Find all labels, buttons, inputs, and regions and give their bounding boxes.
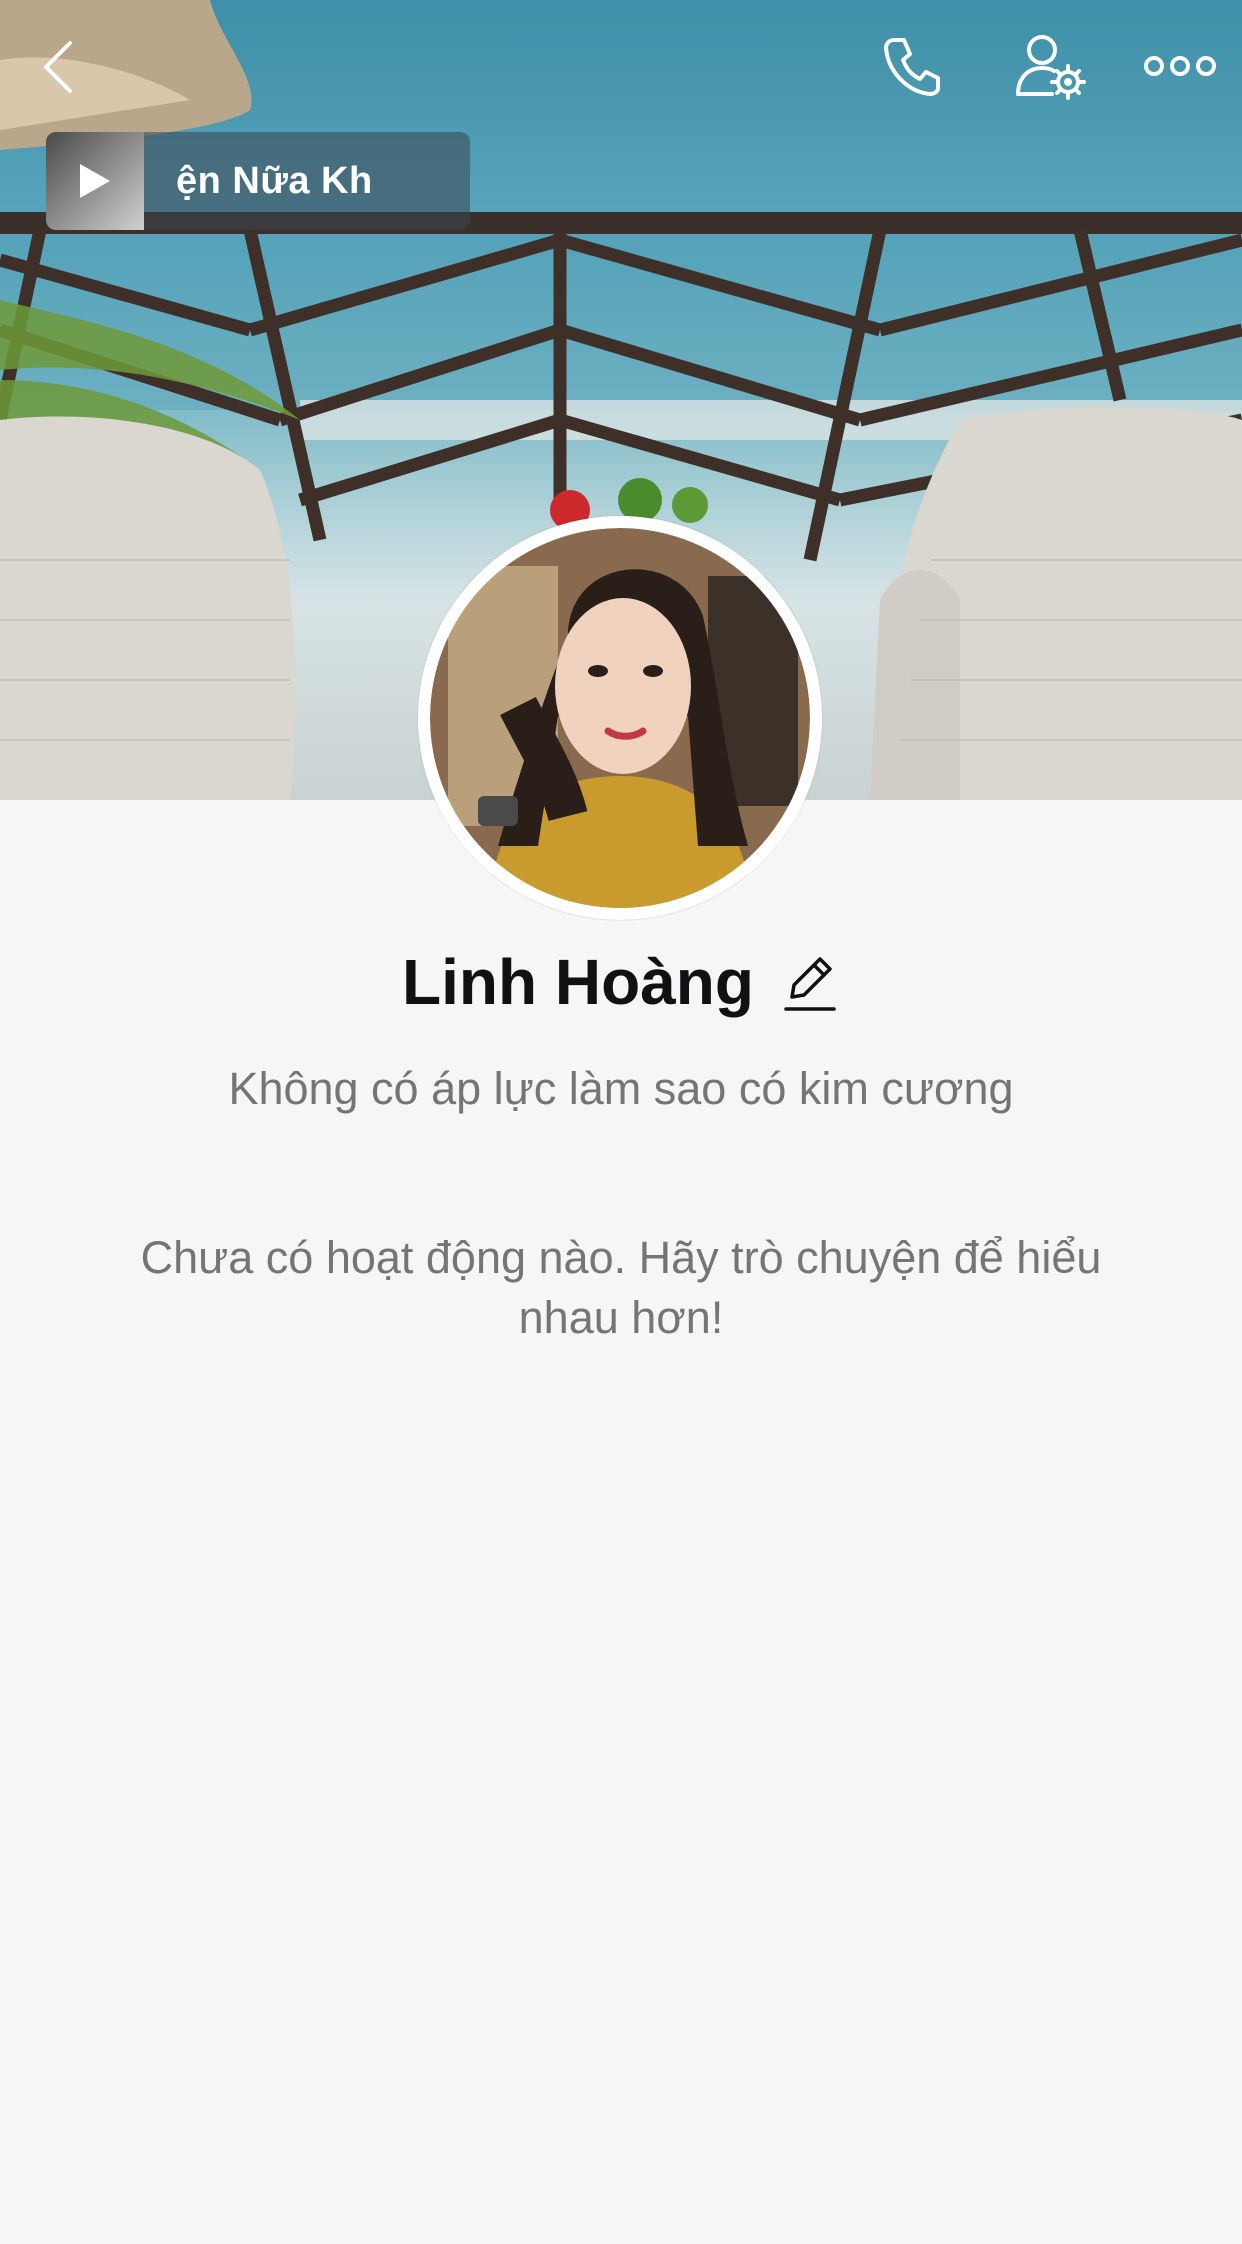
avatar-image — [418, 516, 822, 920]
profile-music-player[interactable]: ện Nữa Kh — [46, 132, 470, 230]
music-title: ện Nữa Kh — [176, 159, 373, 202]
music-album-art — [46, 132, 144, 230]
back-button[interactable] — [28, 30, 88, 100]
top-navigation-bar — [0, 0, 1242, 130]
profile-settings-button[interactable] — [1005, 28, 1095, 104]
pencil-icon — [784, 957, 836, 1011]
profile-name-row: Linh Hoàng — [0, 945, 1242, 1019]
chevron-left-icon — [44, 41, 72, 93]
more-horizontal-icon — [1144, 56, 1216, 76]
profile-status: Không có áp lực làm sao có kim cương — [228, 1063, 1014, 1114]
phone-icon — [884, 38, 940, 96]
empty-activity-message: Chưa có hoạt động nào. Hãy trò chuyện để… — [140, 1232, 1102, 1343]
user-settings-icon — [1016, 35, 1086, 100]
avatar[interactable] — [418, 516, 822, 920]
edit-name-button[interactable] — [780, 947, 840, 1017]
play-icon[interactable] — [80, 164, 110, 198]
profile-name: Linh Hoàng — [402, 946, 754, 1018]
more-options-button[interactable] — [1135, 28, 1225, 104]
call-button[interactable] — [872, 28, 952, 104]
